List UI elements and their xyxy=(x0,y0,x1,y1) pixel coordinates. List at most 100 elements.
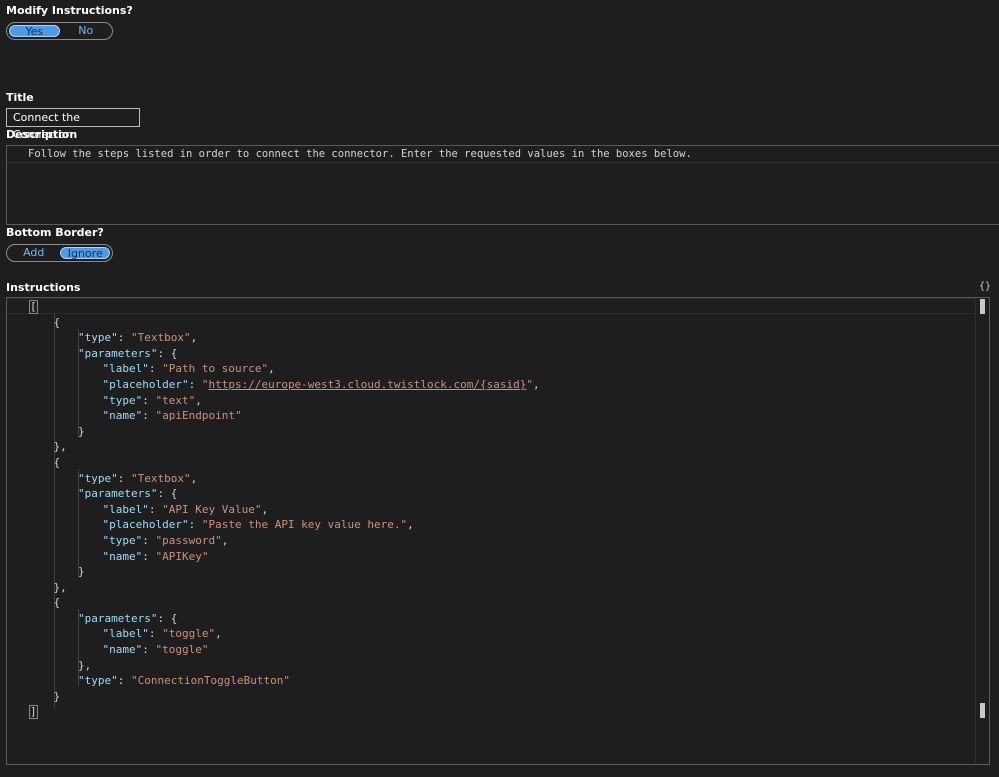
json-punctuation: }, xyxy=(53,580,67,594)
code-content: [{"type": "Textbox", "parameters": {"labe… xyxy=(7,298,967,720)
json-punctuation: : xyxy=(142,409,156,423)
json-key: "type" xyxy=(78,471,118,485)
instructions-code-editor[interactable]: [{"type": "Textbox", "parameters": {"labe… xyxy=(6,297,990,765)
json-key: "name" xyxy=(102,549,143,563)
instructions-label: Instructions xyxy=(6,281,81,294)
description-label: Description xyxy=(6,128,78,141)
title-label: Title xyxy=(6,91,34,104)
json-punctuation: : xyxy=(188,518,202,532)
code-line: "label": "Path to source", xyxy=(7,361,967,377)
code-line: "parameters": { xyxy=(7,346,967,362)
bottom-border-label: Bottom Border? xyxy=(6,226,104,239)
description-text: Follow the steps listed in order to conn… xyxy=(7,146,999,163)
json-punctuation: : xyxy=(188,377,202,391)
json-string: "Textbox" xyxy=(131,471,191,485)
json-string: "Paste the API key value here." xyxy=(201,518,408,532)
json-key: "type" xyxy=(78,674,118,688)
code-line: } xyxy=(7,689,967,705)
code-line: "name": "APIKey" xyxy=(7,549,967,565)
modify-instructions-toggle: Yes No xyxy=(6,22,113,40)
json-punctuation: : { xyxy=(157,487,178,501)
json-string: "text" xyxy=(155,393,196,407)
json-key: "type" xyxy=(102,393,143,407)
json-punctuation: , xyxy=(221,533,229,547)
code-line: "label": "API Key Value", xyxy=(7,502,967,518)
code-line: { xyxy=(7,455,967,471)
json-string: "ConnectionToggleButton" xyxy=(131,674,290,688)
modify-no-option[interactable]: No xyxy=(62,25,111,37)
json-punctuation: : xyxy=(148,627,163,641)
json-string: "Textbox" xyxy=(131,331,191,345)
code-line: "type": "text", xyxy=(7,393,967,409)
editor-scrollbar[interactable] xyxy=(975,298,989,764)
json-punctuation: , xyxy=(195,393,202,407)
code-line: [ xyxy=(7,299,967,315)
json-punctuation: : xyxy=(142,533,156,547)
code-line: "type": "password", xyxy=(7,533,967,549)
json-punctuation: : xyxy=(142,393,156,407)
json-key: "placeholder" xyxy=(102,377,189,391)
json-punctuation: , xyxy=(532,377,540,391)
json-punctuation: : xyxy=(117,674,131,688)
json-punctuation: [ xyxy=(29,300,38,314)
json-key: "type" xyxy=(102,533,143,547)
json-key: "parameters" xyxy=(78,487,158,501)
json-punctuation: ] xyxy=(29,705,38,720)
json-key: "name" xyxy=(102,643,143,657)
json-string[interactable]: https://europe-west3.cloud.twistlock.com… xyxy=(208,378,526,391)
format-braces-icon[interactable]: {} xyxy=(979,281,991,292)
json-punctuation: } xyxy=(78,424,85,438)
bottom-border-toggle: Add Ignore xyxy=(6,244,113,262)
code-line: { xyxy=(7,315,967,331)
json-key: "parameters" xyxy=(78,611,158,625)
json-punctuation: : { xyxy=(157,346,178,360)
code-line: } xyxy=(7,424,967,440)
code-line: "label": "toggle", xyxy=(7,626,967,642)
json-key: "label" xyxy=(102,362,149,376)
json-key: "placeholder" xyxy=(102,518,189,532)
json-key: "name" xyxy=(102,409,143,423)
bottom-border-ignore-option[interactable]: Ignore xyxy=(60,247,110,260)
json-string: "password" xyxy=(155,533,222,547)
scrollbar-marker-top xyxy=(980,299,985,314)
code-line: "parameters": { xyxy=(7,486,967,502)
code-line: "type": "Textbox", xyxy=(7,471,967,487)
modify-yes-option[interactable]: Yes xyxy=(9,25,60,38)
json-key: "label" xyxy=(102,627,149,641)
code-line: "type": "ConnectionToggleButton" xyxy=(7,673,967,689)
description-textarea[interactable]: Follow the steps listed in order to conn… xyxy=(6,145,999,225)
json-string: "APIKey" xyxy=(155,549,209,563)
modify-instructions-label: Modify Instructions? xyxy=(6,4,133,17)
json-punctuation: } xyxy=(78,565,85,579)
code-line: }, xyxy=(7,580,967,596)
code-line: ] xyxy=(7,704,967,720)
json-punctuation: , xyxy=(190,331,198,345)
json-punctuation: : xyxy=(148,502,163,516)
json-punctuation: { xyxy=(53,596,61,610)
json-punctuation: : xyxy=(142,643,156,657)
json-key: "parameters" xyxy=(78,346,158,360)
code-line: "placeholder": "Paste the API key value … xyxy=(7,517,967,533)
json-string: "toggle" xyxy=(155,643,209,657)
json-punctuation: , xyxy=(268,362,275,376)
bottom-border-add-option[interactable]: Add xyxy=(9,247,58,259)
json-punctuation: : xyxy=(148,362,163,376)
json-string: "API Key Value" xyxy=(162,502,262,516)
json-string: "apiEndpoint" xyxy=(155,409,242,423)
json-punctuation: : xyxy=(117,471,131,485)
json-punctuation: : { xyxy=(157,611,178,625)
code-line: "name": "toggle" xyxy=(7,642,967,658)
code-line: } xyxy=(7,564,967,580)
json-punctuation: : xyxy=(142,549,156,563)
code-line: "parameters": { xyxy=(7,611,967,627)
json-punctuation: }, xyxy=(78,658,92,672)
code-line: }, xyxy=(7,439,967,455)
json-punctuation: : xyxy=(117,331,131,345)
code-line: }, xyxy=(7,658,967,674)
json-string: " xyxy=(526,377,533,391)
code-line: "placeholder": "https://europe-west3.clo… xyxy=(7,377,967,393)
code-line: "name": "apiEndpoint" xyxy=(7,408,967,424)
json-punctuation: { xyxy=(53,315,61,329)
json-key: "type" xyxy=(78,331,118,345)
title-input[interactable]: Connect the Connector xyxy=(6,108,140,141)
